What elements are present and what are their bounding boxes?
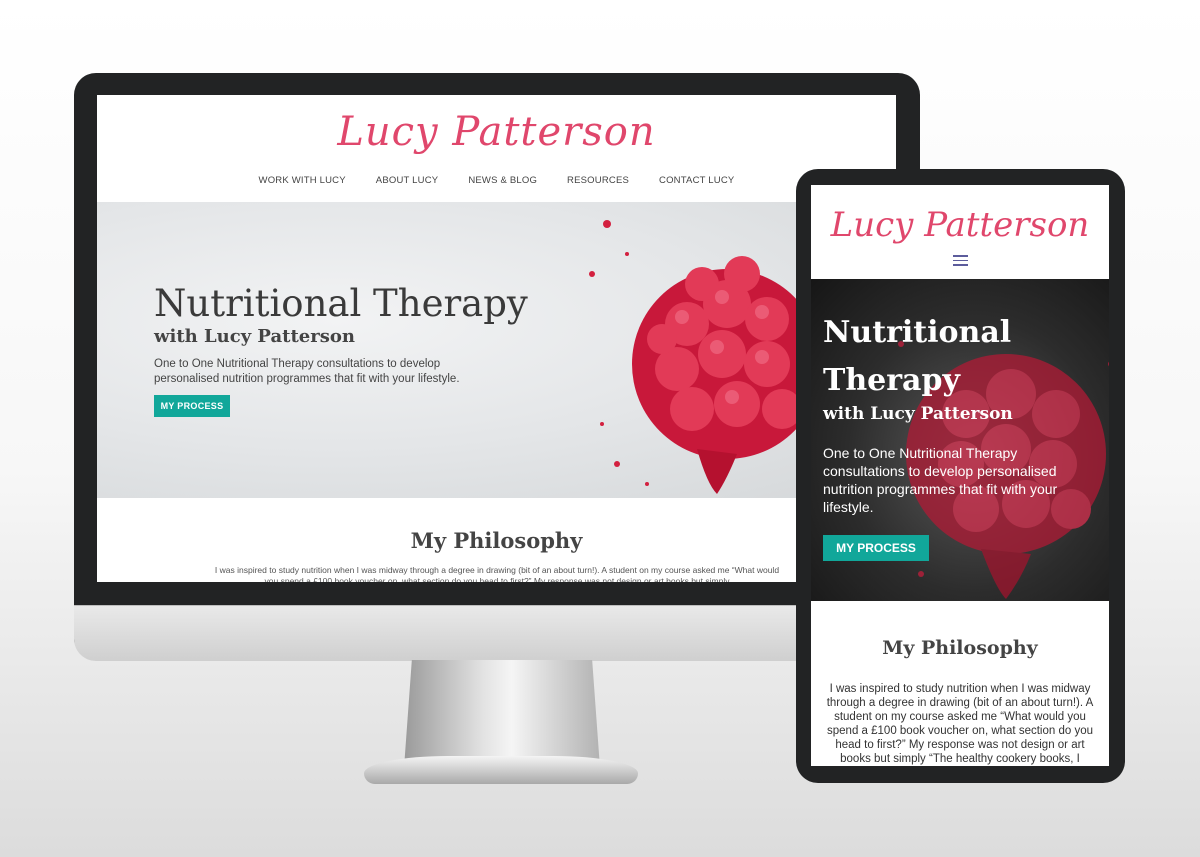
mobile-philosophy-text: I was inspired to study nutrition when I… <box>826 683 1094 765</box>
nav-item-contact-lucy[interactable]: CONTACT LUCY <box>659 175 734 186</box>
main-nav: WORK WITH LUCY ABOUT LUCY NEWS & BLOG RE… <box>97 175 896 186</box>
monitor-stand-base <box>364 756 638 784</box>
monitor-stand <box>404 660 600 768</box>
hamburger-menu-icon[interactable] <box>953 255 968 267</box>
philosophy-text: I was inspired to study nutrition when I… <box>214 565 780 582</box>
nav-item-work-with-lucy[interactable]: WORK WITH LUCY <box>259 175 346 186</box>
mobile-hero-description: One to One Nutritional Therapy consultat… <box>823 445 1058 515</box>
nav-item-about-lucy[interactable]: ABOUT LUCY <box>376 175 439 186</box>
mobile-hero-subtitle: with Lucy Patterson <box>823 404 1013 424</box>
mobile-screen: Lucy Patterson Nutritional Therapy with … <box>811 185 1109 766</box>
hero-subtitle: with Lucy Patterson <box>154 326 355 347</box>
hero-banner: Nutritional Therapy with Lucy Patterson … <box>97 202 896 498</box>
mobile-site-logo[interactable]: Lucy Patterson <box>811 205 1109 245</box>
philosophy-heading: My Philosophy <box>410 528 583 553</box>
site-logo[interactable]: Lucy Patterson <box>97 109 896 155</box>
monitor-chin <box>74 605 920 661</box>
desktop-screen: Lucy Patterson WORK WITH LUCY ABOUT LUCY… <box>97 95 896 582</box>
nav-item-resources[interactable]: RESOURCES <box>567 175 629 186</box>
my-process-button[interactable]: MY PROCESS <box>154 395 230 417</box>
mobile-hero-title: Nutritional Therapy <box>823 315 1012 398</box>
hero-description: One to One Nutritional Therapy consultat… <box>154 358 460 385</box>
mobile-hero-banner: Nutritional Therapy with Lucy Patterson … <box>811 279 1109 601</box>
hero-title: Nutritional Therapy <box>154 282 528 325</box>
mobile-my-process-button[interactable]: MY PROCESS <box>823 535 929 561</box>
nav-item-news-blog[interactable]: NEWS & BLOG <box>468 175 537 186</box>
mobile-philosophy-heading: My Philosophy <box>882 637 1038 659</box>
